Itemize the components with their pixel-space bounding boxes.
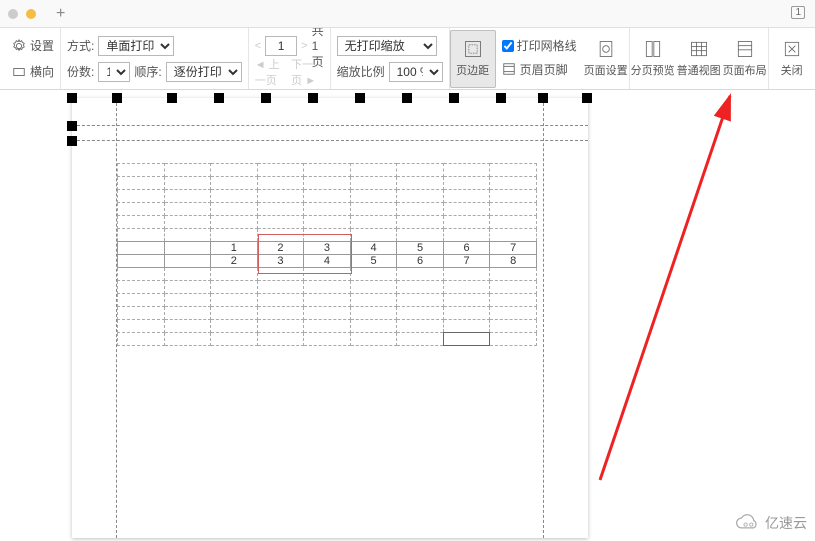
page-setup-button[interactable]: 页面设置 [583, 30, 629, 88]
page-next-small[interactable]: > [301, 40, 307, 52]
page-current-input[interactable] [265, 36, 297, 56]
cell[interactable]: 2 [211, 255, 258, 268]
scale-group: 无打印缩放 缩放比例 100 % [331, 28, 450, 89]
page-setup-icon [595, 39, 617, 59]
cell[interactable]: 6 [397, 255, 444, 268]
gridlines-checkbox[interactable] [502, 40, 514, 52]
cloud-icon [735, 514, 761, 532]
print-mode-group: 方式: 单面打印 份数: 1 顺序: 逐份打印 [61, 28, 249, 89]
margin-guide [72, 125, 588, 126]
margins-button[interactable]: 页边距 [450, 30, 496, 88]
annotation-arrow [590, 90, 750, 490]
cell[interactable]: 2 [257, 242, 304, 255]
new-tab-button[interactable]: + [56, 5, 65, 23]
print-preview-area: 1 2 3 4 5 6 7 2 3 4 5 6 7 8 [0, 90, 815, 541]
page-layout-button[interactable]: 页面布局 [722, 30, 768, 88]
window-dot[interactable] [26, 9, 36, 19]
layout-group: 页边距 打印网格线 页眉页脚 页面设置 [450, 28, 630, 89]
prev-page-button[interactable]: ◄ 上一页 [255, 56, 287, 88]
cell[interactable]: 3 [257, 255, 304, 268]
order-label: 顺序: [134, 63, 161, 80]
mode-label: 方式: [67, 37, 94, 54]
settings-label[interactable]: 设置 [30, 37, 54, 54]
settings-group: 设置 横向 [6, 28, 61, 89]
page-break-preview-button[interactable]: 分页预览 [630, 30, 676, 88]
cell[interactable]: 5 [397, 242, 444, 255]
page-nav-group: < > 共 1 页 ◄ 上一页 下一页 ► [249, 28, 331, 89]
close-icon [781, 39, 803, 59]
gridlines-checkbox-row[interactable]: 打印网格线 [502, 37, 577, 54]
print-mode-select[interactable]: 单面打印 [98, 36, 174, 56]
cell[interactable]: 7 [490, 242, 537, 255]
window-dot[interactable] [8, 9, 18, 19]
header-footer-button[interactable]: 页眉页脚 [502, 58, 577, 80]
cell[interactable]: 8 [490, 255, 537, 268]
print-toolbar: 设置 横向 方式: 单面打印 份数: 1 顺序: 逐份打印 < > 共 1 页 … [0, 28, 815, 90]
gear-icon [12, 39, 26, 53]
spreadsheet-grid[interactable]: 1 2 3 4 5 6 7 2 3 4 5 6 7 8 [117, 163, 537, 346]
tab-count-indicator[interactable]: 1 [791, 6, 805, 19]
zoom-label: 缩放比例 [337, 63, 385, 80]
order-select[interactable]: 逐份打印 [166, 62, 242, 82]
cell[interactable]: 1 [211, 242, 258, 255]
view-group: 分页预览 普通视图 页面布局 [630, 28, 769, 89]
page-layout-icon [734, 39, 756, 59]
zoom-select[interactable]: 100 % [389, 62, 443, 82]
watermark: 亿速云 [735, 513, 807, 533]
margin-guide [72, 140, 588, 141]
header-footer-icon [502, 62, 516, 76]
cell[interactable]: 5 [350, 255, 397, 268]
page-preview[interactable]: 1 2 3 4 5 6 7 2 3 4 5 6 7 8 [72, 98, 588, 538]
page-break-icon [642, 39, 664, 59]
scale-mode-select[interactable]: 无打印缩放 [337, 36, 437, 56]
window-controls [8, 9, 36, 19]
cell[interactable]: 7 [443, 255, 490, 268]
window-titlebar: + 1 [0, 0, 815, 28]
copies-select[interactable]: 1 [98, 62, 130, 82]
cell[interactable]: 4 [304, 255, 351, 268]
margin-guide [543, 98, 544, 538]
cell[interactable]: 4 [350, 242, 397, 255]
cell[interactable]: 3 [304, 242, 351, 255]
orient-label[interactable]: 横向 [30, 63, 54, 80]
normal-view-button[interactable]: 普通视图 [676, 30, 722, 88]
next-page-button[interactable]: 下一页 ► [291, 56, 323, 88]
page-prev-small[interactable]: < [255, 40, 261, 52]
close-group: 关闭 [769, 28, 815, 89]
margins-icon [462, 39, 484, 59]
normal-view-icon [688, 39, 710, 59]
cell[interactable]: 6 [443, 242, 490, 255]
copies-label: 份数: [67, 63, 94, 80]
page-orient-icon [12, 65, 26, 79]
close-button[interactable]: 关闭 [769, 30, 815, 88]
